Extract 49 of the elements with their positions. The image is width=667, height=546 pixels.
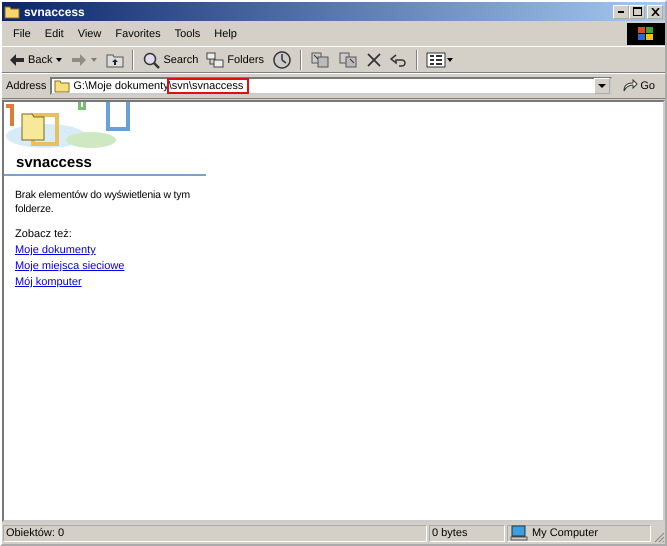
right-arrow-icon bbox=[71, 52, 88, 66]
menu-item[interactable]: File bbox=[6, 28, 38, 40]
search-icon bbox=[142, 50, 160, 68]
close-icon bbox=[650, 8, 660, 16]
folders-button[interactable]: Folders bbox=[203, 50, 268, 68]
resize-grip-icon[interactable] bbox=[653, 531, 665, 543]
minimize-button[interactable] bbox=[613, 4, 629, 18]
folder-title: svnaccess bbox=[15, 153, 93, 173]
address-field[interactable]: G:\Moje dokumenty\svn\svnaccess bbox=[50, 77, 612, 95]
minimize-icon bbox=[618, 10, 624, 12]
copy-to-icon bbox=[338, 50, 358, 68]
delete-icon bbox=[366, 52, 382, 68]
dropdown-button[interactable] bbox=[594, 78, 610, 94]
maximize-icon bbox=[632, 7, 642, 16]
folder-up-icon bbox=[106, 52, 124, 68]
empty-message: Brak elementów do wyświetlenia w tym folderze. bbox=[15, 188, 191, 216]
search-button[interactable]: Search bbox=[139, 50, 202, 70]
move-to-icon bbox=[310, 50, 330, 68]
menu-item[interactable]: Tools bbox=[168, 28, 208, 40]
place-link[interactable]: Mój komputer bbox=[15, 276, 206, 288]
menu-item[interactable]: Edit bbox=[38, 28, 71, 40]
views-icon bbox=[426, 52, 454, 68]
folder-icon bbox=[4, 4, 20, 18]
place-link[interactable]: Moje dokumenty bbox=[15, 244, 206, 256]
place-link[interactable]: Moje miejsca sieciowe bbox=[15, 260, 206, 272]
maximize-button[interactable] bbox=[629, 4, 645, 18]
go-button[interactable]: Go bbox=[616, 79, 661, 93]
left-arrow-icon bbox=[9, 52, 25, 66]
clock-icon bbox=[272, 50, 292, 70]
caret-icon bbox=[598, 84, 606, 88]
see-also-label: Zobacz też: bbox=[15, 228, 73, 240]
folders-icon bbox=[206, 52, 224, 68]
status-size: 0 bytes bbox=[429, 524, 505, 542]
back-button[interactable]: Back bbox=[6, 52, 66, 68]
menu-item[interactable]: Help bbox=[207, 28, 244, 40]
undo-icon bbox=[390, 52, 408, 66]
folder-icon bbox=[54, 79, 70, 93]
windows-logo bbox=[627, 23, 665, 45]
go-arrow-icon bbox=[622, 79, 638, 93]
status-zone: My Computer bbox=[532, 527, 598, 539]
computer-icon bbox=[510, 525, 528, 541]
close-button[interactable] bbox=[647, 4, 663, 18]
status-objects: Obiektów: 0 bbox=[3, 524, 427, 542]
caret-icon bbox=[55, 58, 64, 62]
caret-icon bbox=[90, 58, 98, 62]
menu-item[interactable]: View bbox=[70, 28, 108, 40]
address-label: Address bbox=[6, 80, 46, 92]
window-title: svnaccess bbox=[24, 4, 86, 18]
menu-item[interactable]: Favorites bbox=[108, 28, 168, 40]
